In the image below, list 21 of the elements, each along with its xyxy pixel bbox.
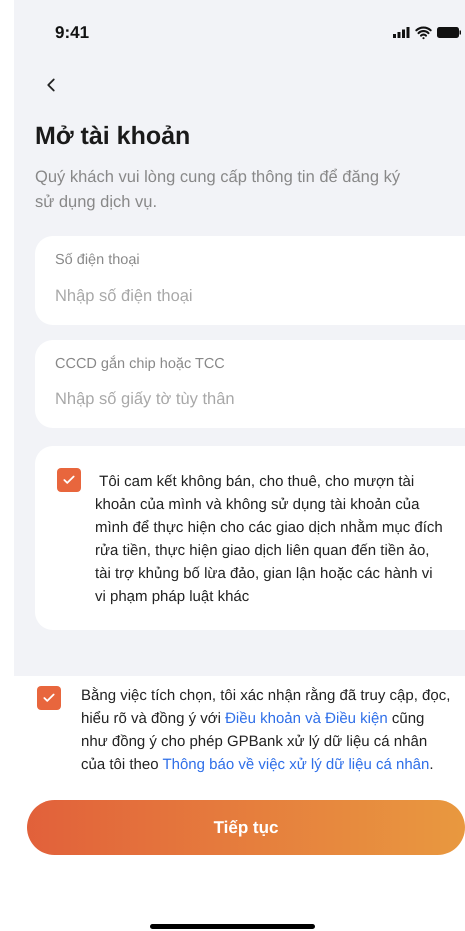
field-card[interactable]: Số điện thoại Nhập số điện thoại xyxy=(35,236,465,324)
check-icon xyxy=(42,691,56,705)
battery-icon xyxy=(437,27,461,38)
continue-button[interactable]: Tiếp tục xyxy=(27,800,465,855)
consent-text: Bằng việc tích chọn, tôi xác nhận rằng đã truy cập, đọc, hiểu rõ và đồng ý với Điều khoản và Điều kiện cũng như đồng ý cho phép GPBank xử lý dữ liệu cá nhân của tôi theo Thông báo về việc xử lý dữ liệu cá nhân. xyxy=(81,686,452,775)
field-card[interactable]: CCCD gắn chip hoặc TCC Nhập số giấy tờ tùy thân xyxy=(35,340,465,428)
status-time: 9:41 xyxy=(55,22,90,44)
checkbox[interactable] xyxy=(37,686,61,710)
input-field[interactable]: Nhập số giấy tờ tùy thân xyxy=(55,387,445,412)
terms-link[interactable]: Điều khoản và Điều kiện xyxy=(225,710,388,727)
wifi-icon xyxy=(415,24,432,42)
checkbox[interactable] xyxy=(57,468,81,492)
page-subtitle: Quý khách vui lòng cung cấp thông tin để đăng ký sử dụng dịch vụ. xyxy=(35,167,402,213)
check-icon xyxy=(62,473,76,487)
page-title: Mở tài khoản xyxy=(35,120,192,152)
field-label: Số điện thoại xyxy=(55,251,141,270)
terms-link[interactable]: Thông báo về việc xử lý dữ liệu cá nhân xyxy=(162,756,430,773)
signal-icon xyxy=(393,27,410,38)
commitment-text: Tôi cam kết không bán, cho thuê, cho mượn tài khoản của mình và không sử dụng tài khoản của mình để thực hiện cho các giao dịch nhằm mục đích rửa tiền, thực hiện giao dịch liên quan đến tiền ảo, tài trợ khủng bố lừa đảo, gian lận hoặc các hành vi vi phạm pháp luật khác xyxy=(95,472,444,607)
input-field[interactable]: Nhập số điện thoại xyxy=(55,284,445,308)
field-label: CCCD gắn chip hoặc TCC xyxy=(55,354,226,374)
